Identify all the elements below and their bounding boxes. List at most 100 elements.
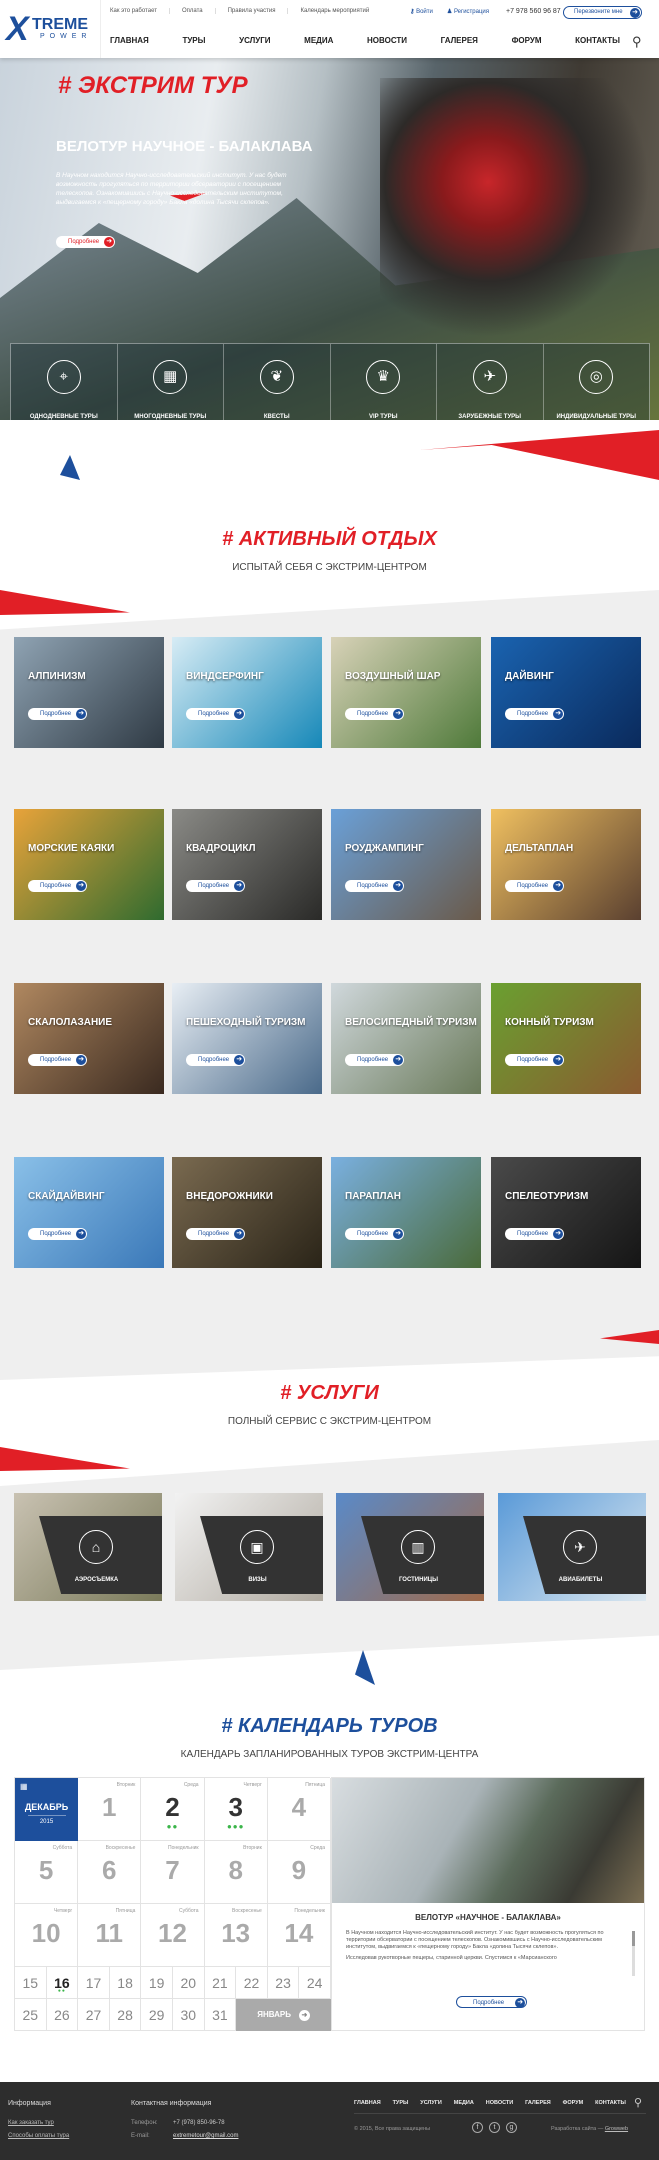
more-button[interactable]: Подробнее ➜ (345, 1222, 405, 1240)
button[interactable]: Подробнее ➜ (28, 708, 88, 720)
service-card[interactable]: ▣ ВИЗЫ (175, 1493, 323, 1601)
logo[interactable]: X TREME POWER (6, 10, 92, 48)
calendar-day[interactable]: Понедельник 14 (267, 1904, 331, 1967)
more-button[interactable]: Подробнее ➜ (186, 1048, 246, 1066)
calendar-day[interactable]: Четверг 3 ●●● (204, 1778, 268, 1841)
more-button[interactable]: Подробнее ➜ (345, 874, 405, 892)
calendar-day[interactable]: Пятница 4 (267, 1778, 331, 1841)
nav-item[interactable]: МЕДИА (304, 36, 333, 45)
nav-item[interactable]: ТУРЫ (182, 36, 205, 45)
footer-nav-item[interactable]: ФОРУМ (563, 2100, 584, 2106)
calendar-day[interactable]: 21 (204, 1967, 237, 1999)
button[interactable]: Подробнее ➜ (345, 1054, 405, 1066)
nav-item[interactable]: УСЛУГИ (239, 36, 270, 45)
button[interactable]: Подробнее ➜ (186, 880, 246, 892)
calendar-day[interactable]: 23 (267, 1967, 300, 1999)
activity-card[interactable]: РОУДЖАМПИНГ Подробнее ➜ (331, 809, 481, 920)
footer-link[interactable]: Как заказать тур (8, 2120, 54, 2126)
activity-card[interactable]: ВОЗДУШНЫЙ ШАР Подробнее ➜ (331, 637, 481, 748)
activity-card[interactable]: ВНЕДОРОЖНИКИ Подробнее ➜ (172, 1157, 322, 1268)
calendar-day[interactable]: Среда 2 ●● (141, 1778, 205, 1841)
developer-link[interactable]: Growweb (605, 2126, 628, 2132)
login-link[interactable]: ⚷ Войти (410, 8, 433, 15)
search-icon[interactable]: ⚲ (632, 34, 642, 50)
google-plus-icon[interactable]: g (506, 2122, 517, 2133)
calendar-day[interactable]: 19 (141, 1967, 173, 1999)
activity-card[interactable]: СПЕЛЕОТУРИЗМ Подробнее ➜ (491, 1157, 641, 1268)
calendar-day[interactable]: 15 (15, 1967, 47, 1999)
top-link[interactable]: Правила участия (228, 8, 289, 14)
next-month-button[interactable]: ЯНВАРЬ ➜ (236, 1999, 331, 2031)
button[interactable]: Подробнее ➜ (505, 1228, 565, 1240)
calendar-day[interactable]: 22 (236, 1967, 268, 1999)
calendar-day[interactable]: Воскресенье 6 (78, 1841, 142, 1904)
activity-card[interactable]: СКАЙДАЙВИНГ Подробнее ➜ (14, 1157, 164, 1268)
button[interactable]: Подробнее ➜ (345, 708, 405, 720)
calendar-day[interactable]: Вторник 1 (78, 1778, 142, 1841)
calendar-day[interactable]: 16 ●● (46, 1967, 79, 1999)
calendar-day[interactable]: Понедельник 7 (141, 1841, 205, 1904)
more-button[interactable]: Подробнее ➜ (345, 1048, 405, 1066)
service-card[interactable]: ▥ ГОСТИНИЦЫ (336, 1493, 484, 1601)
activity-card[interactable]: КОННЫЙ ТУРИЗМ Подробнее ➜ (491, 983, 641, 1094)
service-card[interactable]: ✈ АВИАБИЛЕТЫ (498, 1493, 646, 1601)
more-button[interactable]: Подробнее ➜ (345, 702, 405, 720)
calendar-day[interactable]: Среда 9 (267, 1841, 331, 1904)
activity-card[interactable]: АЛПИНИЗМ Подробнее ➜ (14, 637, 164, 748)
activity-card[interactable]: ВЕЛОСИПЕДНЫЙ ТУРИЗМ Подробнее ➜ (331, 983, 481, 1094)
activity-card[interactable]: СКАЛОЛАЗАНИЕ Подробнее ➜ (14, 983, 164, 1094)
more-button[interactable]: Подробнее ➜ (186, 874, 246, 892)
button[interactable]: Подробнее ➜ (186, 708, 246, 720)
activity-card[interactable]: КВАДРОЦИКЛ Подробнее ➜ (172, 809, 322, 920)
footer-nav-item[interactable]: УСЛУГИ (420, 2100, 442, 2106)
more-button[interactable]: Подробнее ➜ (505, 702, 565, 720)
more-button[interactable]: Подробнее ➜ (505, 1048, 565, 1066)
button[interactable]: Подробнее ➜ (505, 880, 565, 892)
top-link[interactable]: Календарь мероприятий (300, 8, 381, 14)
button[interactable]: Подробнее ➜ (505, 708, 565, 720)
callback-button[interactable]: Перезвоните мне ➜ (563, 6, 642, 19)
activity-card[interactable]: ДАЙВИНГ Подробнее ➜ (491, 637, 641, 748)
activity-card[interactable]: ПАРАПЛАН Подробнее ➜ (331, 1157, 481, 1268)
calendar-day[interactable]: Пятница 11 (78, 1904, 142, 1967)
activity-card[interactable]: ВИНДСЕРФИНГ Подробнее ➜ (172, 637, 322, 748)
calendar-day[interactable]: 20 (173, 1967, 205, 1999)
button[interactable]: Подробнее ➜ (505, 1054, 565, 1066)
more-button[interactable]: Подробнее ➜ (28, 874, 88, 892)
calendar-day[interactable]: 28 (109, 1999, 142, 2031)
button[interactable]: Подробнее ➜ (186, 1054, 246, 1066)
service-card[interactable]: ⌂ АЭРОСЪЕМКА (14, 1493, 162, 1601)
calendar-day[interactable]: Суббота 12 (141, 1904, 205, 1967)
footer-nav-item[interactable]: НОВОСТИ (486, 2100, 514, 2106)
register-link[interactable]: ♟ Регистрация (447, 8, 489, 15)
calendar-day[interactable]: Вторник 8 (204, 1841, 268, 1904)
button[interactable]: Подробнее ➜ (28, 880, 88, 892)
scrollbar[interactable] (632, 1931, 635, 1976)
nav-item[interactable]: ФОРУМ (512, 36, 542, 45)
nav-item[interactable]: КОНТАКТЫ (575, 36, 620, 45)
top-link[interactable]: Оплата (182, 8, 216, 14)
more-button[interactable]: Подробнее ➜ (505, 1222, 565, 1240)
search-icon[interactable]: ⚲ (634, 2096, 642, 2109)
footer-nav-item[interactable]: ТУРЫ (393, 2100, 409, 2106)
calendar-day[interactable]: 17 (78, 1967, 110, 1999)
calendar-day[interactable]: Четверг 10 (15, 1904, 79, 1967)
footer-nav-item[interactable]: ГАЛЕРЕЯ (525, 2100, 551, 2106)
calendar-day[interactable]: 31 (204, 1999, 237, 2031)
nav-item[interactable]: ГЛАВНАЯ (110, 36, 149, 45)
footer-link[interactable]: Способы оплаты тура (8, 2133, 69, 2139)
activity-card[interactable]: ПЕШЕХОДНЫЙ ТУРИЗМ Подробнее ➜ (172, 983, 322, 1094)
facebook-icon[interactable]: f (472, 2122, 483, 2133)
activity-card[interactable]: ДЕЛЬТАПЛАН Подробнее ➜ (491, 809, 641, 920)
calendar-day[interactable]: 26 (46, 1999, 79, 2031)
calendar-day[interactable]: 29 (141, 1999, 173, 2031)
more-button[interactable]: Подробнее ➜ (505, 874, 565, 892)
button[interactable]: Подробнее ➜ (345, 880, 405, 892)
calendar-day[interactable]: 30 (173, 1999, 205, 2031)
hero-more-button[interactable]: Подробнее ➜ (56, 230, 116, 248)
activity-card[interactable]: МОРСКИЕ КАЯКИ Подробнее ➜ (14, 809, 164, 920)
twitter-icon[interactable]: t (489, 2122, 500, 2133)
more-button[interactable]: Подробнее ➜ (186, 702, 246, 720)
tour-more-button[interactable]: Подробнее ➜ (456, 1991, 528, 2009)
more-button[interactable]: Подробнее ➜ (28, 702, 88, 720)
